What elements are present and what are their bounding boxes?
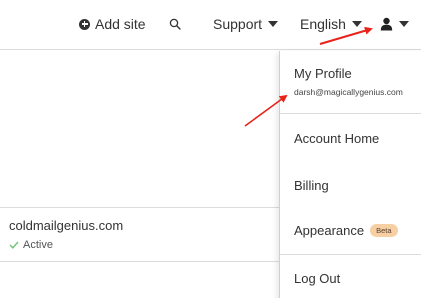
search-button[interactable]: [169, 14, 181, 34]
caret-down-icon: [399, 21, 409, 27]
language-label: English: [300, 16, 346, 32]
menu-item-label: Log Out: [294, 271, 341, 286]
user-menu-button[interactable]: [380, 14, 409, 34]
menu-item-billing[interactable]: Billing: [294, 178, 329, 193]
menu-divider: [280, 113, 421, 114]
caret-down-icon: [351, 21, 362, 27]
check-icon: [9, 241, 19, 249]
menu-item-label: Appearance: [294, 223, 365, 238]
menu-item-appearance[interactable]: Appearance Beta: [294, 223, 398, 238]
language-menu-button[interactable]: English: [300, 14, 362, 34]
support-menu-button[interactable]: Support: [213, 14, 279, 34]
add-site-button[interactable]: Add site: [79, 14, 146, 34]
menu-item-label: Billing: [294, 178, 329, 193]
site-status: Active: [9, 239, 53, 251]
site-domain: coldmailgenius.com: [9, 218, 124, 233]
support-label: Support: [213, 16, 263, 32]
site-status-label: Active: [23, 239, 53, 251]
my-profile-label: My Profile: [294, 66, 352, 81]
add-site-label: Add site: [95, 16, 146, 32]
site-list-item[interactable]: coldmailgenius.com Active: [0, 207, 279, 262]
top-navigation-bar: Add site Support English: [0, 0, 421, 50]
plus-circle-icon: [79, 18, 90, 30]
user-email: darsh@magicallygenius.com: [294, 87, 403, 97]
caret-down-icon: [268, 21, 279, 27]
user-dropdown-menu: My Profile darsh@magicallygenius.com Acc…: [279, 51, 421, 298]
user-icon: [380, 17, 393, 31]
menu-item-log-out[interactable]: Log Out: [294, 271, 340, 286]
menu-item-label: Account Home: [294, 131, 380, 146]
menu-item-account-home[interactable]: Account Home: [294, 131, 379, 146]
beta-badge: Beta: [370, 224, 398, 237]
search-icon: [169, 18, 181, 30]
menu-divider: [280, 254, 421, 255]
my-profile-item[interactable]: My Profile darsh@magicallygenius.com: [294, 66, 403, 97]
